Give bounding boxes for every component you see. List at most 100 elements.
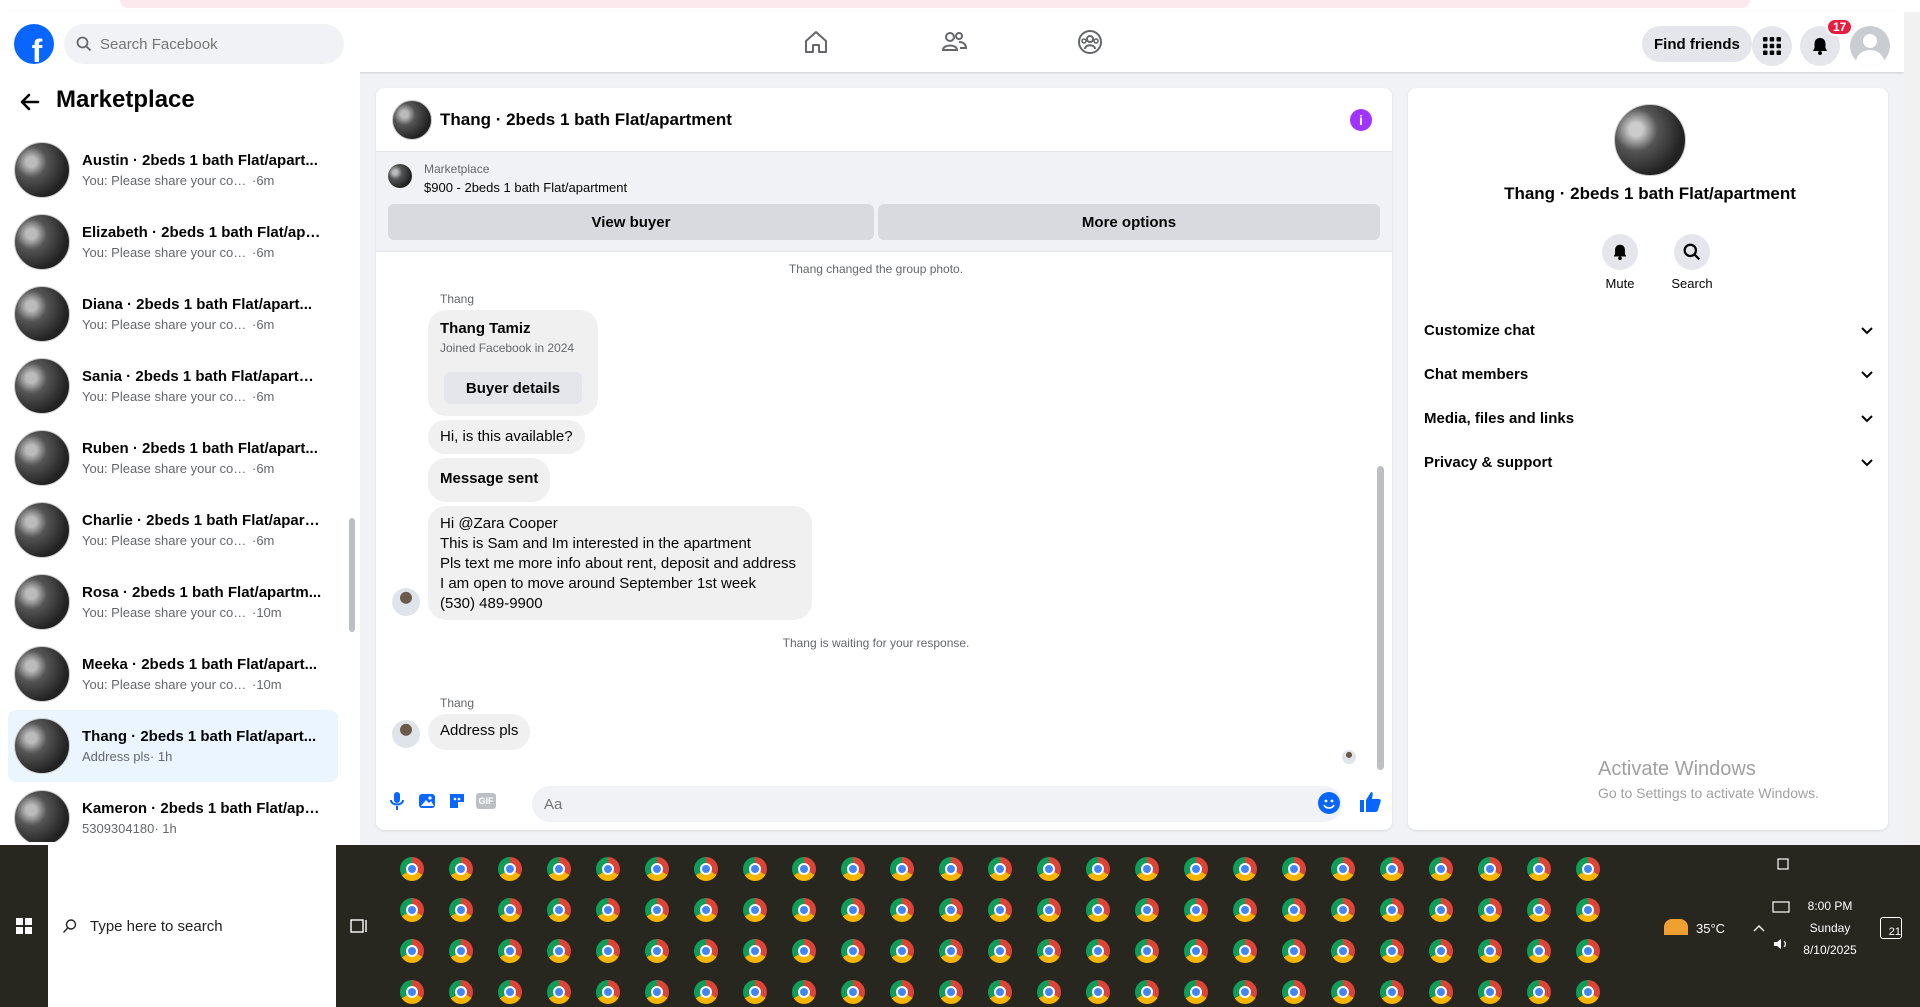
chrome-taskbar-icon[interactable] (547, 857, 571, 881)
chrome-taskbar-icon[interactable] (1086, 939, 1110, 963)
find-friends-button[interactable]: Find friends (1642, 26, 1752, 62)
thumbs-up-icon[interactable] (1358, 790, 1382, 814)
chrome-taskbar-icon[interactable] (547, 898, 571, 922)
chrome-taskbar-icon[interactable] (449, 939, 473, 963)
chrome-taskbar-icon[interactable] (1478, 857, 1502, 881)
chevron-up-icon[interactable] (1752, 921, 1766, 935)
chrome-taskbar-icon[interactable] (498, 857, 522, 881)
conversation-item[interactable]: Charlie · 2beds 1 bath Flat/apart... You:… (8, 494, 338, 566)
chrome-taskbar-icon[interactable] (890, 898, 914, 922)
search-facebook[interactable] (64, 24, 344, 64)
chrome-taskbar-icon[interactable] (1380, 939, 1404, 963)
message-bubble-long[interactable]: Hi @Zara Cooper This is Sam and Im inter… (428, 506, 812, 620)
chrome-taskbar-icon[interactable] (1429, 857, 1453, 881)
chrome-taskbar-icon[interactable] (1282, 980, 1306, 1004)
chrome-taskbar-icon[interactable] (547, 980, 571, 1004)
chrome-taskbar-icon[interactable] (1037, 939, 1061, 963)
windows-start-icon[interactable] (0, 845, 48, 1007)
network-icon[interactable] (1772, 901, 1790, 915)
chrome-taskbar-icon[interactable] (890, 939, 914, 963)
conversation-item[interactable]: Austin · 2beds 1 bath Flat/apart... You: … (8, 134, 338, 206)
chrome-taskbar-icon[interactable] (694, 939, 718, 963)
info-avatar[interactable] (1614, 104, 1686, 176)
chrome-taskbar-icon[interactable] (1135, 939, 1159, 963)
facebook-logo[interactable]: f (14, 24, 54, 64)
chat-avatar[interactable] (392, 99, 432, 140)
chrome-taskbar-icon[interactable] (792, 898, 816, 922)
friends-icon[interactable] (940, 28, 968, 56)
conversation-item[interactable]: Rosa · 2beds 1 bath Flat/apartm... You: P… (8, 566, 338, 638)
chrome-taskbar-icon[interactable] (498, 980, 522, 1004)
chrome-taskbar-icon[interactable] (1429, 980, 1453, 1004)
chrome-taskbar-icon[interactable] (400, 939, 424, 963)
sender-avatar[interactable] (392, 720, 420, 748)
chrome-taskbar-icon[interactable] (988, 939, 1012, 963)
chrome-taskbar-icon[interactable] (1037, 857, 1061, 881)
tray-icon[interactable] (1776, 857, 1790, 871)
home-icon[interactable] (802, 28, 830, 56)
view-buyer-button[interactable]: View buyer (388, 204, 874, 240)
chrome-taskbar-icon[interactable] (1576, 898, 1600, 922)
chrome-taskbar-icon[interactable] (988, 980, 1012, 1004)
chrome-taskbar-icon[interactable] (1037, 980, 1061, 1004)
chrome-taskbar-icon[interactable] (792, 939, 816, 963)
clock-date[interactable]: 8/10/2025 (1800, 943, 1860, 957)
chrome-taskbar-icon[interactable] (1135, 898, 1159, 922)
chrome-taskbar-icon[interactable] (1233, 980, 1257, 1004)
chrome-taskbar-icon[interactable] (498, 939, 522, 963)
chrome-taskbar-icon[interactable] (743, 857, 767, 881)
chrome-taskbar-icon[interactable] (694, 980, 718, 1004)
message-input[interactable] (532, 786, 1342, 822)
chrome-taskbar-icon[interactable] (1331, 980, 1355, 1004)
message-bubble[interactable]: Address pls (428, 714, 531, 750)
back-arrow-icon[interactable] (18, 90, 42, 114)
chrome-taskbar-icon[interactable] (1086, 980, 1110, 1004)
chrome-taskbar-icon[interactable] (988, 898, 1012, 922)
chrome-taskbar-icon[interactable] (1527, 980, 1551, 1004)
chrome-taskbar-icon[interactable] (1527, 898, 1551, 922)
chrome-taskbar-icon[interactable] (841, 857, 865, 881)
clock-day[interactable]: Sunday (1800, 921, 1860, 935)
privacy-support-section[interactable]: Privacy & support (1424, 440, 1874, 484)
temperature[interactable]: 35°C (1696, 921, 1725, 936)
chrome-taskbar-icon[interactable] (1037, 898, 1061, 922)
chrome-taskbar-icon[interactable] (400, 857, 424, 881)
chrome-taskbar-icon[interactable] (939, 898, 963, 922)
emoji-icon[interactable] (1318, 792, 1340, 814)
chrome-taskbar-icon[interactable] (1233, 939, 1257, 963)
chrome-taskbar-icon[interactable] (645, 898, 669, 922)
chrome-taskbar-icon[interactable] (596, 939, 620, 963)
chrome-taskbar-icon[interactable] (841, 898, 865, 922)
chrome-taskbar-icon[interactable] (449, 980, 473, 1004)
chrome-taskbar-icon[interactable] (1576, 857, 1600, 881)
chrome-taskbar-icon[interactable] (890, 980, 914, 1004)
chrome-taskbar-icon[interactable] (400, 980, 424, 1004)
chat-members-section[interactable]: Chat members (1424, 352, 1874, 396)
chrome-taskbar-icon[interactable] (792, 857, 816, 881)
chat-title[interactable]: Thang · 2beds 1 bath Flat/apartment (440, 110, 732, 130)
chrome-taskbar-icon[interactable] (400, 898, 424, 922)
chrome-taskbar-icon[interactable] (841, 939, 865, 963)
chrome-taskbar-icon[interactable] (1086, 857, 1110, 881)
chrome-taskbar-icon[interactable] (645, 857, 669, 881)
chrome-taskbar-icon[interactable] (1282, 857, 1306, 881)
photo-icon[interactable] (416, 790, 438, 812)
chrome-taskbar-icon[interactable] (988, 857, 1012, 881)
sidebar-scrollbar[interactable] (346, 98, 358, 842)
chrome-taskbar-icon[interactable] (694, 857, 718, 881)
chrome-taskbar-icon[interactable] (498, 898, 522, 922)
search-input[interactable] (100, 35, 300, 53)
media-files-links-section[interactable]: Media, files and links (1424, 396, 1874, 440)
chrome-taskbar-icon[interactable] (449, 857, 473, 881)
conversation-item-active[interactable]: Thang · 2beds 1 bath Flat/apart... Addres… (8, 710, 338, 782)
chrome-taskbar-icon[interactable] (939, 857, 963, 881)
chrome-taskbar-icon[interactable] (596, 980, 620, 1004)
chrome-taskbar-icon[interactable] (1478, 980, 1502, 1004)
taskbar-search[interactable]: Type here to search (48, 845, 336, 1007)
chrome-taskbar-icon[interactable] (1233, 857, 1257, 881)
chrome-taskbar-icon[interactable] (1184, 939, 1208, 963)
chat-scrollbar[interactable] (1374, 260, 1386, 770)
chrome-taskbar-icon[interactable] (596, 898, 620, 922)
chrome-taskbar-icon[interactable] (1576, 980, 1600, 1004)
chrome-taskbar-icon[interactable] (645, 939, 669, 963)
